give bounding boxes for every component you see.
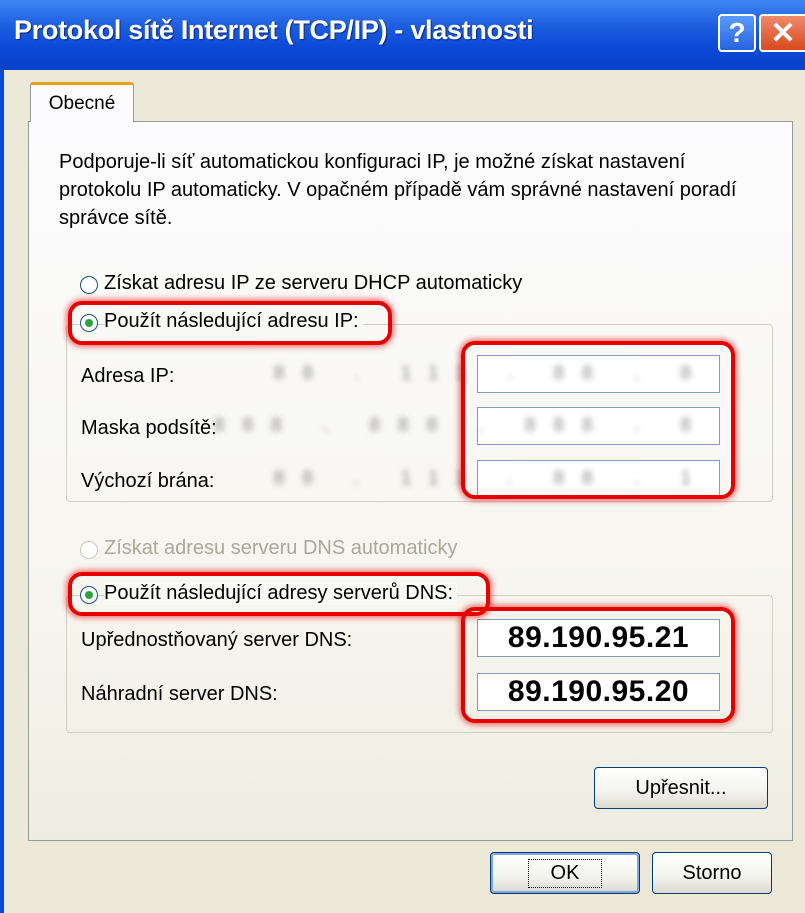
cancel-button[interactable]: Storno <box>652 852 772 894</box>
radio-ip-auto-label[interactable]: Získat adresu IP ze serveru DHCP automat… <box>104 272 526 295</box>
ip-address-value: 88 . 111 . 88 . 8 <box>273 363 709 384</box>
radio-dns-auto-label[interactable]: Získat adresu serveru DNS automaticky <box>104 537 461 560</box>
ip-address-label: Adresa IP: <box>81 365 175 387</box>
default-gateway-field[interactable]: 88 . 111 . 88 . 1 <box>274 460 720 498</box>
radio-dns-manual[interactable] <box>80 586 98 604</box>
radio-ip-manual-label[interactable]: Použít následující adresu IP: <box>104 310 363 333</box>
radio-ip-auto[interactable] <box>80 276 98 294</box>
default-gateway-value: 88 . 111 . 88 . 1 <box>273 468 709 489</box>
radio-dns-manual-label[interactable]: Použít následující adresy serverů DNS: <box>104 582 458 605</box>
window-title: Protokol sítě Internet (TCP/IP) - vlastn… <box>14 15 534 45</box>
window-border-left <box>0 70 4 913</box>
subnet-mask-field[interactable]: 888 . 888 . 888 . 8 <box>214 407 720 445</box>
subnet-mask-value: 888 . 888 . 888 . 8 <box>213 415 709 436</box>
radio-ip-manual[interactable] <box>80 314 98 332</box>
alternate-dns-label: Náhradní server DNS: <box>81 683 278 705</box>
tab-label: Obecné <box>48 92 116 114</box>
description-text: Podporuje-li síť automatickou konfigurac… <box>59 151 737 229</box>
advanced-button-label: Upřesnit... <box>635 776 727 799</box>
alternate-dns-value: 89.190.95.20 <box>507 675 690 708</box>
title-bar[interactable]: Protokol sítě Internet (TCP/IP) - vlastn… <box>0 0 805 70</box>
dns-group-box <box>66 595 773 733</box>
close-icon: ✕ <box>770 16 796 50</box>
close-button[interactable]: ✕ <box>759 14 805 52</box>
advanced-button[interactable]: Upřesnit... <box>594 767 768 809</box>
cancel-button-label: Storno <box>682 861 742 884</box>
help-button[interactable]: ? <box>718 14 756 52</box>
alternate-dns-field[interactable]: 89.190.95.20 <box>477 673 720 711</box>
subnet-mask-label: Maska podsítě: <box>81 417 217 439</box>
ok-button-label: OK <box>527 858 603 888</box>
preferred-dns-label: Upřednostňovaný server DNS: <box>81 629 353 651</box>
radio-dns-auto[interactable] <box>80 541 98 559</box>
default-gateway-label: Výchozí brána: <box>81 470 215 492</box>
preferred-dns-field[interactable]: 89.190.95.21 <box>477 619 720 657</box>
ip-address-field[interactable]: 88 . 111 . 88 . 8 <box>274 355 720 393</box>
help-icon: ? <box>728 17 746 48</box>
preferred-dns-value: 89.190.95.21 <box>507 621 690 654</box>
ok-button[interactable]: OK <box>490 852 640 894</box>
tab-general[interactable]: Obecné <box>30 82 134 122</box>
